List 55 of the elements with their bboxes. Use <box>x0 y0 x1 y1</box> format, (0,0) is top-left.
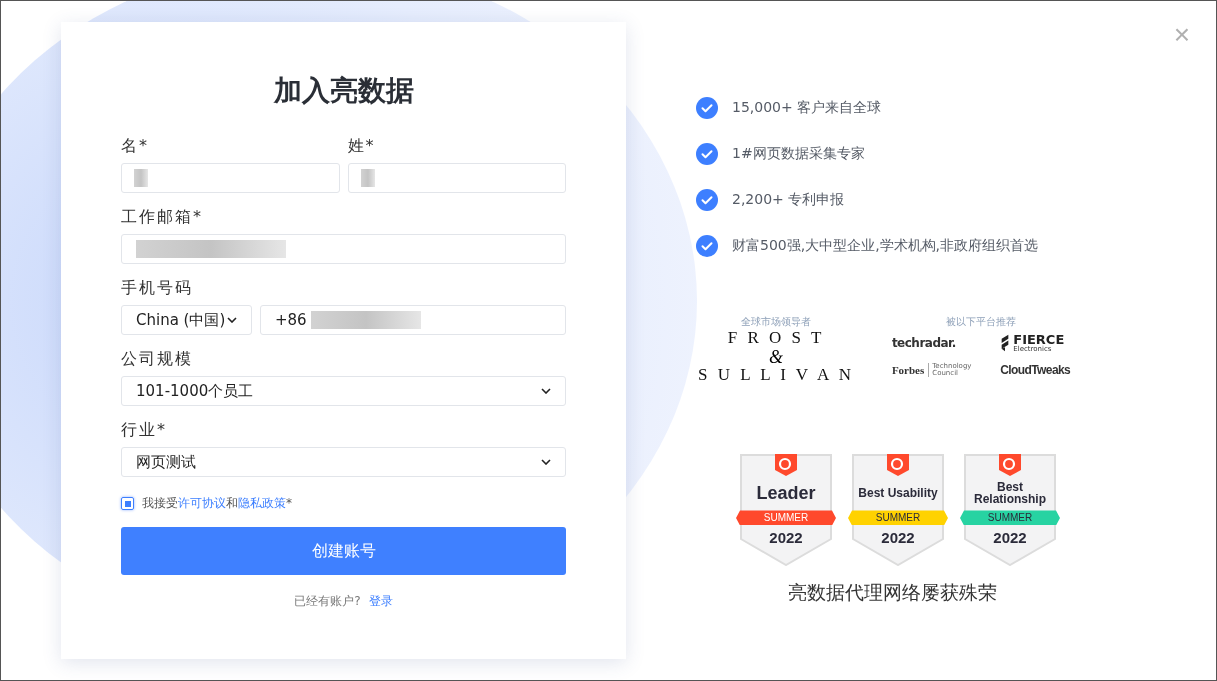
consent-text: 我接受许可协议和隐私政策* <box>142 495 292 512</box>
check-circle-icon <box>696 235 718 257</box>
logo-text: F R O S T <box>727 329 825 348</box>
login-link[interactable]: 登录 <box>368 593 393 610</box>
badge-title: Leader <box>756 482 816 506</box>
benefit-text: 1#网页数据采集专家 <box>732 145 865 163</box>
logo-text: S U L L I V A N <box>698 365 854 385</box>
logo-text: Forbes <box>891 364 925 376</box>
field-label: 行业* <box>121 420 168 441</box>
input-field[interactable] <box>347 163 566 193</box>
stripes-icon <box>1000 333 1011 353</box>
field-label: 姓* <box>347 136 377 157</box>
check-circle-icon <box>696 97 718 119</box>
phone-field[interactable]: +86 <box>260 305 566 335</box>
privacy-link[interactable]: 隐私政策 <box>238 496 286 510</box>
check-circle-icon <box>696 189 718 211</box>
field-label: 名* <box>121 136 150 157</box>
badge-title: Best Relationship <box>973 479 1047 509</box>
redacted-block <box>360 169 375 187</box>
benefit-text: 财富500强,大中型企业,学术机构,非政府组织首选 <box>732 237 1039 255</box>
chevron-icon <box>541 459 551 465</box>
field-label: 工作邮箱* <box>121 207 204 228</box>
benefit-text: 15,000+ 客户来自全球 <box>732 99 882 117</box>
form-title: 加入亮数据 <box>272 73 415 109</box>
field-label: 手机号码 <box>121 278 194 299</box>
chevron-icon <box>227 317 237 323</box>
input-field[interactable] <box>121 234 566 264</box>
logo-text: techradar. <box>891 336 957 350</box>
season-ribbon: SUMMER <box>736 510 836 526</box>
license-link[interactable]: 许可协议 <box>178 496 226 510</box>
benefit-text: 2,200+ 专利申报 <box>732 191 845 209</box>
company-size-select[interactable]: 101-1000个员工 <box>121 376 566 406</box>
logo-text: & <box>769 347 783 366</box>
badge-year: 2022 <box>881 529 915 547</box>
field-label: 公司规模 <box>121 349 194 370</box>
awards-caption: 亮数据代理网络屡获殊荣 <box>788 580 998 606</box>
redacted-block <box>134 169 148 187</box>
logo-text: FIERCE <box>1013 333 1065 346</box>
season-ribbon: SUMMER <box>848 510 948 526</box>
industry-select[interactable]: 网页测试 <box>121 447 566 477</box>
create-account-button[interactable]: 创建账号 <box>121 527 566 575</box>
close-button[interactable]: × <box>1169 21 1194 49</box>
logo-caption: 被以下平台推荐 <box>946 315 1016 329</box>
logo-text: CloudTweaks <box>1000 363 1071 377</box>
badge-year: 2022 <box>769 529 803 547</box>
chevron-icon <box>541 388 551 394</box>
login-prompt: 已经有账户? <box>294 593 361 610</box>
badge-year: 2022 <box>993 529 1027 547</box>
country-select[interactable]: China (中国) <box>121 305 252 335</box>
check-circle-icon <box>696 143 718 165</box>
consent-checkbox[interactable] <box>121 497 134 510</box>
input-field[interactable] <box>121 163 340 193</box>
season-ribbon: SUMMER <box>960 510 1060 526</box>
logo-caption: 全球市场领导者 <box>741 315 811 329</box>
badge-title: Best Usability <box>858 485 938 503</box>
